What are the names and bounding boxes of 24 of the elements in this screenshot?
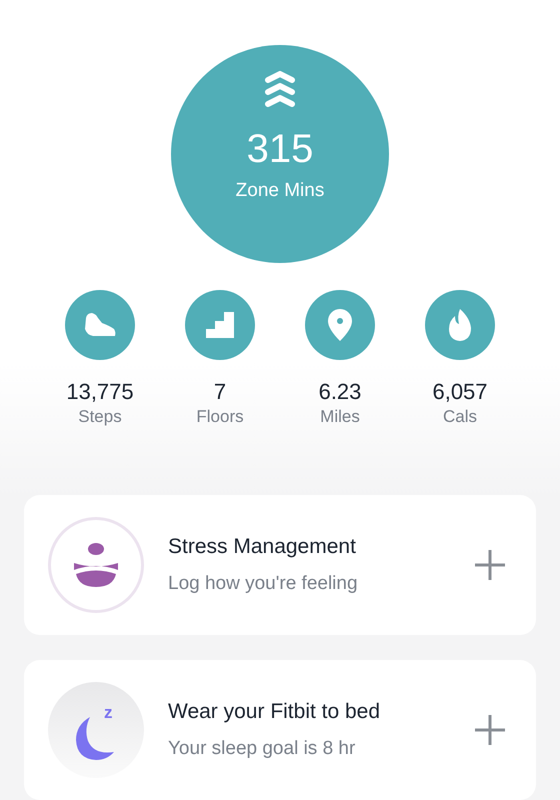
stat-value: 7 bbox=[214, 378, 226, 406]
tile-subtitle: Log how you're feeling bbox=[168, 572, 359, 596]
stat-value: 6,057 bbox=[432, 378, 488, 406]
add-icon[interactable] bbox=[474, 714, 506, 746]
tile-card[interactable]: z Wear your Fitbit to bed Your sleep goal is 8 hr bbox=[24, 660, 536, 800]
moon-icon bbox=[74, 716, 114, 761]
meditation-icon bbox=[48, 516, 144, 613]
tile-title: Wear your Fitbit to bed bbox=[168, 698, 382, 725]
flame-icon bbox=[448, 309, 472, 341]
stat-label: Miles bbox=[320, 406, 360, 427]
stat-label: Steps bbox=[78, 406, 122, 427]
tile-card[interactable]: Stress Management Log how you're feeling bbox=[24, 494, 536, 635]
zone-minutes-value: 315 bbox=[246, 129, 314, 169]
zone-minutes-label: Zone Mins bbox=[236, 179, 324, 203]
sleep-z-label: z bbox=[104, 704, 112, 721]
add-icon[interactable] bbox=[474, 548, 506, 581]
location-pin-icon bbox=[328, 309, 352, 341]
stat-value: 13,775 bbox=[66, 378, 134, 406]
tile-title: Stress Management bbox=[168, 534, 357, 560]
stairs-icon bbox=[206, 312, 234, 338]
tile-subtitle: Your sleep goal is 8 hr bbox=[168, 737, 356, 762]
stat-label: Floors bbox=[196, 406, 244, 427]
stat-value: 6.23 bbox=[318, 378, 362, 406]
stat-label: Cals bbox=[442, 406, 477, 427]
